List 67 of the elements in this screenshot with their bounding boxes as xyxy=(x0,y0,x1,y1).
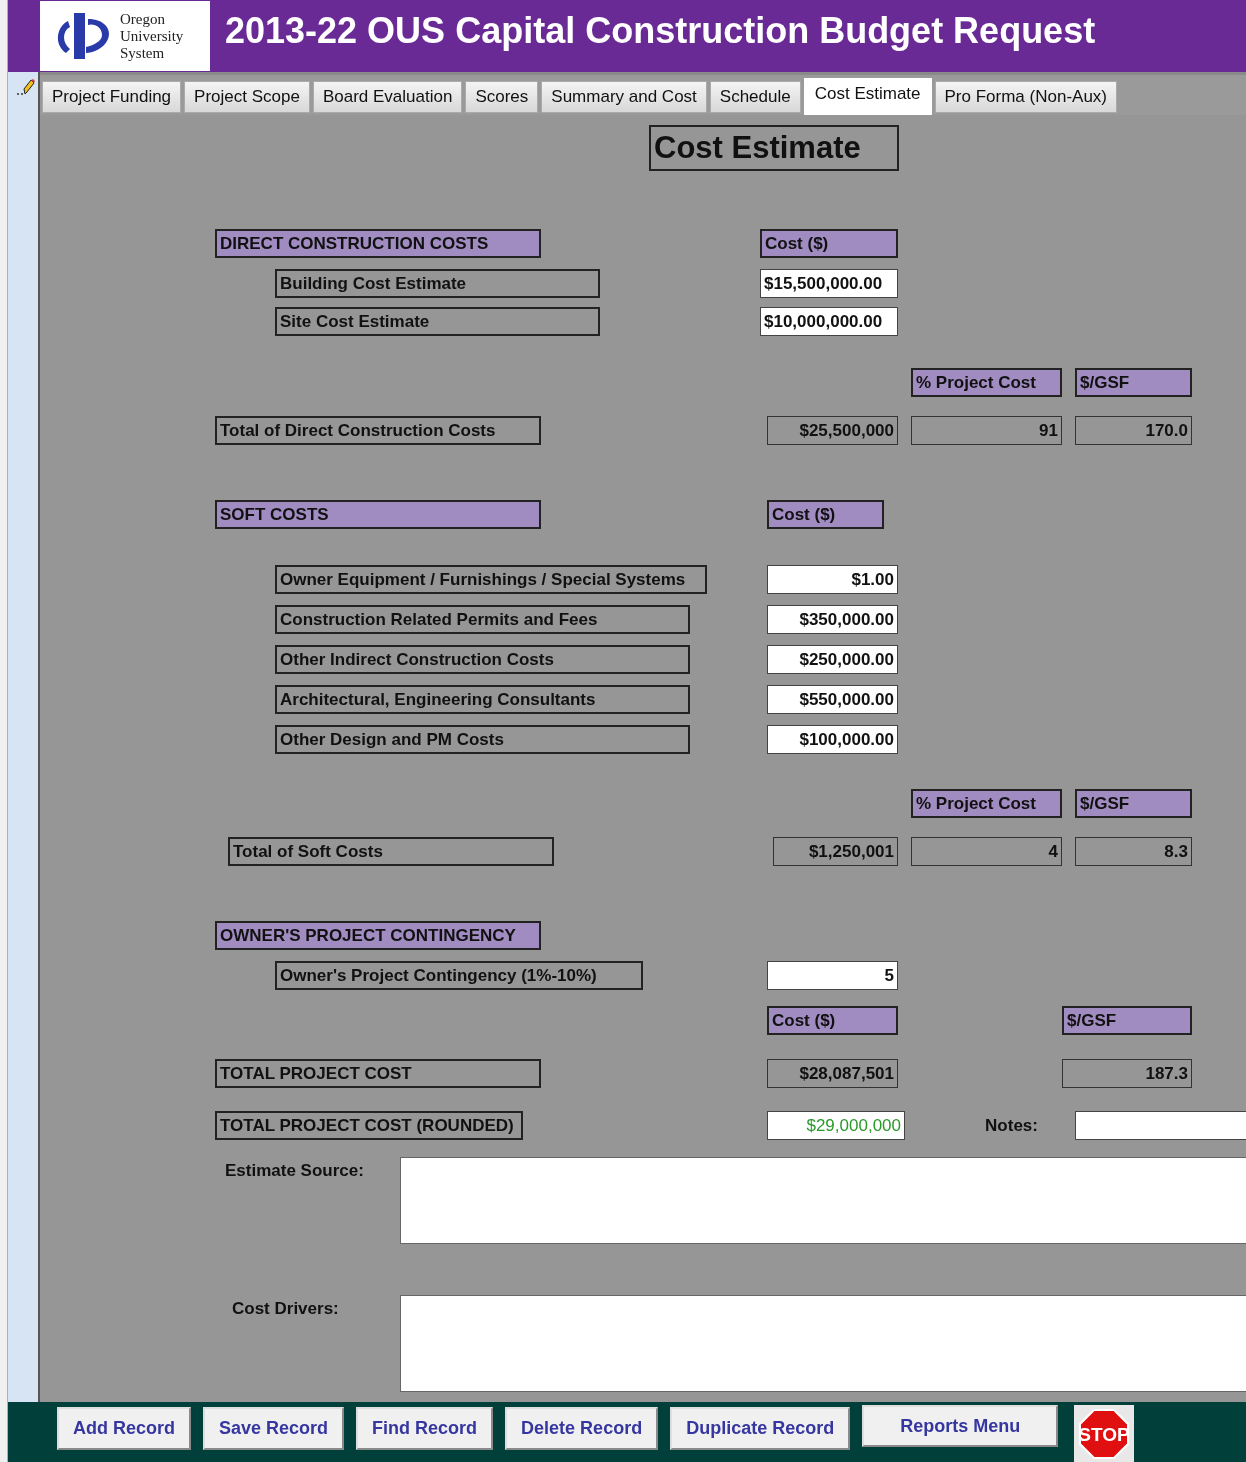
column-heading: Cost ($) xyxy=(767,1006,898,1035)
total-label: TOTAL PROJECT COST (ROUNDED) xyxy=(215,1111,523,1140)
tab[interactable]: Project Funding xyxy=(42,81,182,113)
gsf-value: 8.3 xyxy=(1075,837,1192,866)
field-label: Owner's Project Contingency (1%-10%) xyxy=(275,961,643,990)
tab[interactable]: Project Scope xyxy=(184,81,310,113)
column-heading: $/GSF xyxy=(1075,368,1192,397)
cost-field[interactable]: $100,000.00 xyxy=(767,725,898,754)
app-title: 2013-22 OUS Capital Construction Budget Request xyxy=(225,10,1096,52)
section-heading: DIRECT CONSTRUCTION COSTS xyxy=(215,229,541,258)
record-selector[interactable] xyxy=(8,72,40,1402)
record-button[interactable]: Reports Menu xyxy=(862,1405,1059,1447)
record-button[interactable]: Save Record xyxy=(203,1407,345,1450)
section-heading: OWNER'S PROJECT CONTINGENCY xyxy=(215,921,541,950)
notes-label: Notes: xyxy=(985,1115,1038,1136)
tab[interactable]: Schedule xyxy=(709,81,801,113)
logo-text: University xyxy=(120,27,184,45)
total-label: Total of Direct Construction Costs xyxy=(215,416,541,445)
notes-field[interactable] xyxy=(1075,1111,1246,1140)
column-heading: % Project Cost xyxy=(911,368,1062,397)
field-label: Site Cost Estimate xyxy=(275,307,600,336)
tab[interactable]: Pro Forma (Non-Aux) xyxy=(934,81,1117,113)
record-button[interactable]: Add Record xyxy=(57,1407,191,1450)
percent-field[interactable]: 5 xyxy=(767,961,898,990)
field-label: Architectural, Engineering Consultants xyxy=(275,685,690,714)
record-button[interactable]: Delete Record xyxy=(505,1407,659,1450)
tab[interactable]: Cost Estimate xyxy=(803,78,932,115)
column-heading: % Project Cost xyxy=(911,789,1062,818)
cost-field[interactable]: $350,000.00 xyxy=(767,605,898,634)
percent-value: 91 xyxy=(911,416,1062,445)
percent-value: 4 xyxy=(911,837,1062,866)
cost-field[interactable]: $550,000.00 xyxy=(767,685,898,714)
total-value: $1,250,001 xyxy=(773,837,898,866)
column-heading: $/GSF xyxy=(1062,1006,1192,1035)
cost-field[interactable]: $1.00 xyxy=(767,565,898,594)
tab[interactable]: Scores xyxy=(465,81,539,113)
logo-text: System xyxy=(120,44,166,62)
pencil-icon xyxy=(16,78,36,96)
column-heading: Cost ($) xyxy=(767,500,884,529)
field-label: Owner Equipment / Furnishings / Special Systems xyxy=(275,565,708,594)
estimate-source-field[interactable] xyxy=(400,1157,1246,1244)
field-label: Construction Related Permits and Fees xyxy=(275,605,690,634)
field-label: Other Indirect Construction Costs xyxy=(275,645,690,674)
tab[interactable]: Board Evaluation xyxy=(312,81,463,113)
total-value: $28,087,501 xyxy=(767,1059,898,1088)
record-button[interactable]: Find Record xyxy=(356,1407,494,1450)
tab[interactable]: Summary and Cost xyxy=(541,81,707,113)
form-title: Cost Estimate xyxy=(649,125,899,171)
total-label: Total of Soft Costs xyxy=(228,837,554,866)
record-button[interactable]: Duplicate Record xyxy=(670,1407,851,1450)
cost-field[interactable]: $250,000.00 xyxy=(767,645,898,674)
gsf-value: 170.0 xyxy=(1075,416,1192,445)
cost-drivers-field[interactable] xyxy=(400,1295,1246,1392)
section-heading: SOFT COSTS xyxy=(215,500,541,529)
field-label: Cost Drivers: xyxy=(232,1299,340,1320)
field-label: Estimate Source: xyxy=(225,1161,365,1182)
column-heading: $/GSF xyxy=(1075,789,1192,818)
cost-field[interactable]: $15,500,000.00 xyxy=(760,269,898,298)
total-value: $25,500,000 xyxy=(767,416,898,445)
total-label: TOTAL PROJECT COST xyxy=(215,1059,541,1088)
rounded-total-field[interactable]: $29,000,000 xyxy=(767,1111,905,1140)
gsf-value: 187.3 xyxy=(1062,1059,1192,1088)
field-label: Other Design and PM Costs xyxy=(275,725,690,754)
logo-text: Oregon xyxy=(120,10,166,28)
field-label: Building Cost Estimate xyxy=(275,269,600,298)
column-heading: Cost ($) xyxy=(760,229,898,258)
cost-field[interactable]: $10,000,000.00 xyxy=(760,307,898,336)
